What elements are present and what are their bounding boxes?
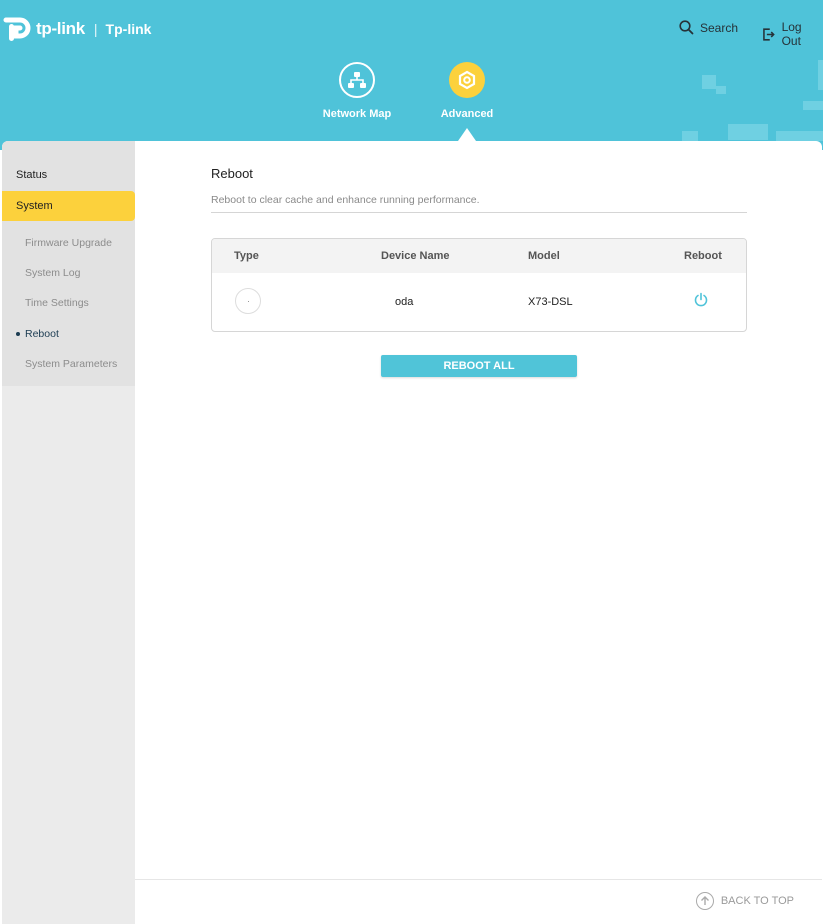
- search-button[interactable]: Search: [679, 20, 738, 35]
- search-label: Search: [700, 20, 739, 35]
- sidebar-subitem-label: System Parameters: [25, 358, 118, 370]
- search-icon: [679, 20, 694, 35]
- page-description: Reboot to clear cache and enhance runnin…: [211, 194, 480, 206]
- active-tab-pointer: [458, 128, 476, 141]
- sidebar-item-status[interactable]: Status: [2, 160, 135, 190]
- tab-network-map-label: Network Map: [322, 108, 392, 120]
- footer: BACK TO TOP: [135, 879, 822, 924]
- tp-link-logo[interactable]: tp-link | Tp-link: [2, 14, 151, 44]
- sidebar-subitem-firmware-upgrade[interactable]: Firmware Upgrade: [2, 228, 135, 258]
- sidebar-item-system[interactable]: System: [2, 191, 135, 221]
- power-icon[interactable]: [693, 292, 709, 313]
- reboot-all-button[interactable]: REBOOT ALL: [381, 355, 577, 377]
- arrow-up-icon: [695, 892, 714, 910]
- header-decoration: [682, 131, 698, 141]
- device-table: Type Device Name Model Reboot oda X73-DS…: [211, 238, 747, 332]
- column-header-reboot: Reboot: [684, 250, 722, 262]
- header-decoration: [702, 75, 716, 89]
- header-decoration: [776, 131, 823, 141]
- divider: [211, 212, 747, 213]
- sidebar-subitem-label: Firmware Upgrade: [25, 237, 112, 249]
- header-decoration: [716, 86, 726, 94]
- product-name: Tp-link: [105, 21, 152, 37]
- content-area: Reboot Reboot to clear cache and enhance…: [135, 141, 822, 879]
- column-header-device-name: Device Name: [381, 250, 450, 262]
- brand-name: tp-link: [36, 19, 85, 38]
- sidebar-subitem-system-log[interactable]: System Log: [2, 258, 135, 288]
- sidebar-subitem-label: Time Settings: [25, 297, 89, 309]
- sidebar-subitem-time-settings[interactable]: Time Settings: [2, 288, 135, 318]
- sidebar-subitem-system-parameters[interactable]: System Parameters: [2, 349, 135, 379]
- brand-separator: |: [93, 21, 98, 37]
- back-to-top-label: BACK TO TOP: [720, 895, 794, 907]
- sidebar-subitem-reboot[interactable]: Reboot: [2, 319, 135, 349]
- page-title: Reboot: [211, 166, 253, 181]
- logout-button[interactable]: Log Out: [762, 20, 823, 48]
- advanced-gear-icon: [449, 62, 485, 98]
- header-decoration: [728, 124, 768, 140]
- network-map-icon: [339, 62, 375, 98]
- tab-advanced[interactable]: Advanced: [422, 62, 512, 120]
- back-to-top-button[interactable]: BACK TO TOP: [695, 892, 794, 910]
- sidebar-subitem-label: System Log: [25, 267, 81, 279]
- sidebar-item-label: Status: [16, 169, 48, 181]
- table-header: Type Device Name Model Reboot: [212, 239, 746, 273]
- logout-icon: [763, 27, 775, 41]
- header-decoration: [803, 101, 823, 110]
- column-header-type: Type: [234, 250, 259, 262]
- logout-label: Log Out: [781, 20, 802, 48]
- router-type-icon: [235, 288, 261, 314]
- device-name-cell: oda: [395, 296, 414, 308]
- header-bar: tp-link | Tp-link Search Log Out Network…: [0, 0, 823, 150]
- model-cell: X73-DSL: [528, 296, 573, 308]
- sidebar: Status System Firmware Upgrade System Lo…: [2, 141, 135, 924]
- tp-link-logo-icon: [2, 14, 34, 44]
- sidebar-subitem-label: Reboot: [25, 328, 59, 340]
- tab-network-map[interactable]: Network Map: [312, 62, 402, 120]
- sidebar-item-label: System: [16, 200, 53, 212]
- main-panel: Status System Firmware Upgrade System Lo…: [2, 141, 822, 924]
- column-header-model: Model: [528, 250, 560, 262]
- tab-advanced-label: Advanced: [440, 108, 494, 120]
- current-item-dot: [16, 332, 20, 336]
- header-decoration: [818, 60, 823, 90]
